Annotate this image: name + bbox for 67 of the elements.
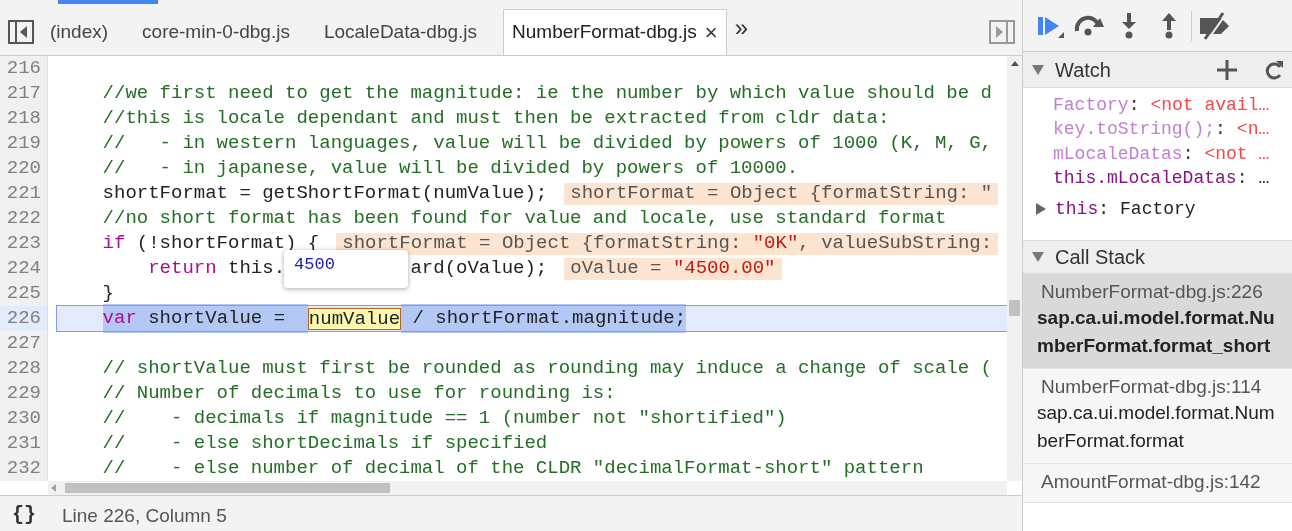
line-number: 222 [6, 206, 41, 232]
expand-triangle-icon [1031, 63, 1045, 76]
scrollbar-thumb[interactable] [1009, 300, 1020, 316]
call-stack-title: Call Stack [1055, 245, 1146, 270]
code-text: return this. [148, 256, 286, 282]
file-tab[interactable]: NumberFormat-dbg.js × [503, 9, 727, 55]
call-frame[interactable]: NumberFormat-dbg.js:226 sap.ca.ui.model.format.NumberFormat.format_short [1023, 274, 1292, 369]
call-stack-header[interactable]: Call Stack [1023, 240, 1292, 274]
code-text: // Number of decimals to use for rounding is: [102, 381, 616, 407]
line-number: 227 [6, 331, 41, 357]
cursor-position: Line 226, Column 5 [62, 503, 227, 528]
watch-header[interactable]: Watch [1023, 52, 1292, 88]
code-text: // - in japanese, value will be divided by powers of 10000. [102, 156, 799, 182]
code-text: // shortValue must first be rounded as rounding may induce a change of scale ( [102, 356, 992, 382]
code-text: // - else shortDecimals if specified [102, 431, 548, 457]
expand-triangle-icon[interactable] [1035, 202, 1047, 216]
close-tab-button[interactable]: × [704, 16, 718, 49]
line-number: 216 [6, 56, 41, 82]
code-text: // - else number of decimal of the CLDR "decimalFormat-short" pattern [102, 456, 924, 481]
pretty-print-button[interactable]: {} [12, 500, 42, 530]
line-number: 225 [6, 281, 41, 307]
code-text: // - in western languages, value will be divided by powers of 1000 (K, M, G, [102, 131, 992, 157]
inline-value: oValue = "4500.00" [564, 257, 782, 280]
scrollbar-thumb[interactable] [65, 483, 390, 493]
vertical-scrollbar[interactable] [1007, 56, 1022, 481]
refresh-icon[interactable] [1264, 58, 1284, 81]
value-tooltip: 4500 [284, 250, 409, 288]
expand-triangle-icon [1031, 251, 1045, 263]
file-tab[interactable]: (index) [42, 9, 117, 55]
call-frame[interactable]: AmountFormat-dbg.js:142 [1023, 464, 1292, 503]
add-icon[interactable] [1216, 58, 1238, 81]
line-number: 224 [6, 256, 41, 282]
line-number: 223 [6, 231, 41, 257]
line-number: 221 [6, 181, 41, 207]
horizontal-scrollbar[interactable] [48, 481, 1007, 495]
line-number: 219 [6, 131, 41, 157]
line-number: 232 [6, 456, 41, 482]
code-text: / shortFormat.magnitude; [401, 304, 687, 333]
code-text: var shortValue = [102, 304, 308, 333]
code-text: // - decimals if magnitude == 1 (number not "shortified") [102, 406, 787, 432]
line-number: 230 [6, 406, 41, 432]
line-number: 218 [6, 106, 41, 132]
inline-value: shortFormat = Object {formatString: " [564, 182, 999, 205]
code-text: //no short format has been found for value and locale, use standard format [102, 206, 947, 232]
code-text: //this is locale dependant and must then be extracted from cldr data: [102, 106, 890, 132]
code-text: //we first need to get the magnitude: ie the number by which value should be d [102, 81, 992, 107]
more-tabs-button[interactable]: » [734, 9, 749, 55]
line-number: 231 [6, 431, 41, 457]
line-number: 229 [6, 381, 41, 407]
code-text: shortFormat = getShortFormat(numValue); [102, 181, 548, 207]
scope-variable[interactable]: this: Factory [1023, 194, 1292, 224]
code-text: } [102, 281, 114, 307]
watch-expression[interactable]: Factory: <not avail… [1023, 93, 1292, 118]
inline-value: shortFormat = Object {formatString: "0K", valueSubString: [336, 232, 999, 255]
code-text: ard(oValue); [410, 256, 548, 282]
watch-title: Watch [1055, 57, 1111, 83]
watch-expression[interactable]: this.mLocaleDatas: … [1023, 166, 1292, 191]
line-number: 226 [6, 306, 41, 332]
line-number: 217 [6, 81, 41, 107]
file-tab[interactable]: LocaleData-dbg.js [315, 9, 486, 55]
watch-expression[interactable]: key.toString();: <n… [1023, 117, 1292, 142]
line-number: 228 [6, 356, 41, 382]
hovered-variable: numValue [307, 307, 402, 330]
call-frame[interactable]: NumberFormat-dbg.js:114 sap.ca.ui.model.format.NumberFormat.format [1023, 369, 1292, 464]
file-tab[interactable]: core-min-0-dbg.js [134, 9, 298, 55]
line-number: 220 [6, 156, 41, 182]
watch-expression[interactable]: mLocaleDatas: <not … [1023, 142, 1292, 167]
